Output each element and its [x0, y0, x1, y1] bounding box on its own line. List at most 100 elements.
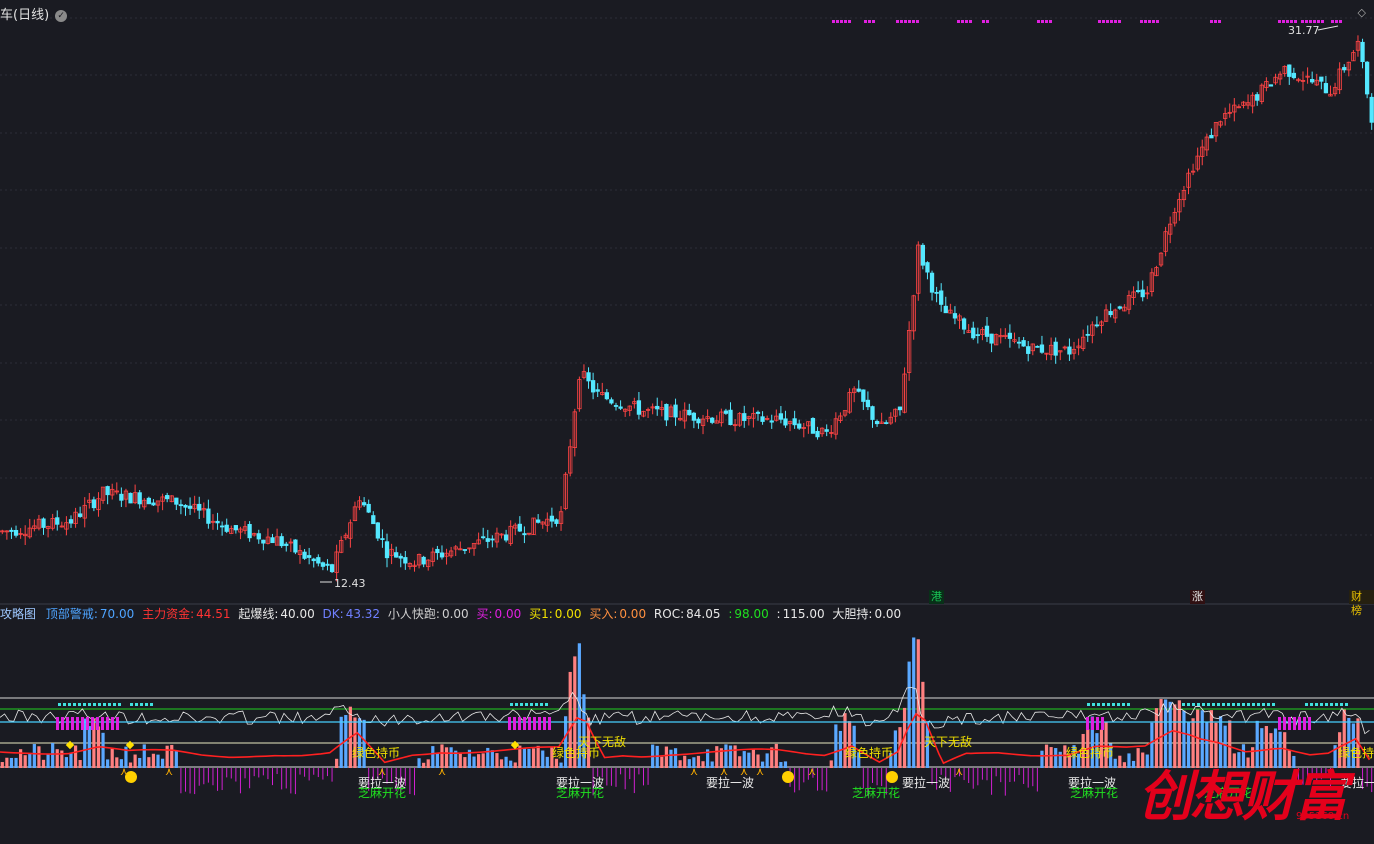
candle-body: [710, 417, 715, 423]
runner-icon: ⋏: [438, 765, 446, 778]
candle-body: [861, 389, 866, 402]
volume-bar: [51, 743, 55, 768]
candle-body: [989, 333, 994, 344]
signal-block: [1278, 717, 1281, 730]
volume-bar: [458, 753, 462, 768]
runner-icon: ⋏: [690, 765, 698, 778]
signal-block: [101, 717, 104, 730]
candle-body: [503, 534, 509, 541]
indicator-item: 大胆持: 0.00: [832, 607, 903, 621]
top-marker: [1102, 20, 1105, 23]
signal-dot: [1232, 703, 1235, 706]
indicator-label: 主力资金:: [142, 607, 195, 621]
signal-block: [76, 717, 79, 730]
candle-body: [687, 409, 692, 416]
volume-bar: [912, 637, 916, 768]
signal-dot: [1340, 703, 1343, 706]
volume-bar: [554, 758, 559, 768]
event-tag-hk[interactable]: 港: [929, 590, 944, 604]
volume-bar: [715, 746, 719, 768]
candle-body: [165, 495, 170, 500]
candle-body: [439, 552, 445, 558]
candle-body: [137, 492, 142, 505]
top-marker: [957, 20, 960, 23]
signal-dot: [1247, 703, 1250, 706]
signal-dot: [1335, 703, 1338, 706]
candle-body: [925, 262, 930, 273]
event-tag-rise[interactable]: 涨: [1190, 590, 1205, 604]
check-icon[interactable]: ✓: [55, 9, 68, 22]
top-marker: [1140, 20, 1143, 23]
candle-body: [9, 529, 14, 532]
candle-body: [604, 392, 609, 400]
signal-dot: [58, 703, 61, 706]
volume-bar: [431, 746, 435, 768]
volume-bar: [728, 745, 733, 768]
event-tag-finance[interactable]: 财榜: [1349, 590, 1374, 617]
volume-bar: [710, 761, 714, 768]
watermark-url: 995168.cn: [1296, 811, 1350, 822]
signal-dot: [78, 703, 81, 706]
indicator-item: DK: 43.32: [323, 607, 383, 621]
signal-dot: [530, 703, 533, 706]
top-marker: [1210, 20, 1213, 23]
volume-bar: [14, 757, 18, 768]
candle-body: [1323, 83, 1329, 94]
candle-body: [664, 403, 669, 421]
top-marker: [961, 20, 964, 23]
volume-bar: [55, 749, 59, 768]
indicator-item: 顶部警戒: 70.00: [46, 607, 136, 621]
signal-block: [1101, 717, 1104, 730]
candle-body: [380, 538, 385, 540]
candle-body: [1021, 340, 1026, 347]
indicator-item: 买: 0.00: [476, 607, 523, 621]
volume-bar: [907, 661, 911, 768]
signal-dot: [1122, 703, 1125, 706]
diamond-icon[interactable]: ◇: [1358, 6, 1366, 19]
top-marker: [1110, 20, 1113, 23]
indicator-item: 主力资金: 44.51: [142, 607, 232, 621]
signal-dot: [145, 703, 148, 706]
candle-body: [307, 555, 312, 558]
candle-body: [723, 410, 729, 414]
signal-dot: [1272, 703, 1275, 706]
volume-bar: [1113, 758, 1117, 768]
candle-body: [279, 536, 284, 547]
indicator-value: 0.00: [494, 607, 522, 621]
volume-bar: [783, 761, 788, 768]
candle-body: [366, 503, 371, 513]
volume-bar: [362, 719, 366, 768]
volume-bar: [564, 716, 568, 768]
price-chart[interactable]: 31.7712.43绿色持币绿色持币绿色持币绿色持币绿色持币天下无敌天下无敌要拉…: [0, 0, 1374, 844]
signal-dot: [520, 703, 523, 706]
top-marker: [1317, 20, 1320, 23]
signal-dot: [1092, 703, 1095, 706]
volume-bar: [779, 762, 783, 768]
volume-bar: [669, 749, 673, 768]
volume-bar: [834, 724, 838, 768]
top-marker: [1106, 20, 1109, 23]
runner-icon: ⋏: [165, 765, 173, 778]
candle-body: [384, 541, 390, 559]
volume-bar: [128, 762, 133, 768]
candle-body: [1342, 67, 1347, 71]
top-marker: [1290, 20, 1293, 23]
volume-bar: [133, 754, 137, 768]
top-marker: [1278, 20, 1281, 23]
candle-body: [435, 548, 440, 554]
candle-body: [595, 389, 600, 392]
candle-body: [1135, 290, 1141, 292]
volume-bar: [701, 761, 705, 768]
indicator-value: 0.00: [874, 607, 902, 621]
top-marker: [916, 20, 919, 23]
candle-body: [897, 406, 903, 411]
candle-body: [673, 404, 678, 418]
signal-dot: [113, 703, 116, 706]
top-marker: [1305, 20, 1308, 23]
candle-body: [329, 564, 335, 573]
volume-bar: [536, 745, 540, 768]
volume-bar: [110, 748, 114, 768]
signal-dot: [525, 703, 528, 706]
signal-dot: [1267, 703, 1270, 706]
candle-body: [824, 429, 829, 432]
